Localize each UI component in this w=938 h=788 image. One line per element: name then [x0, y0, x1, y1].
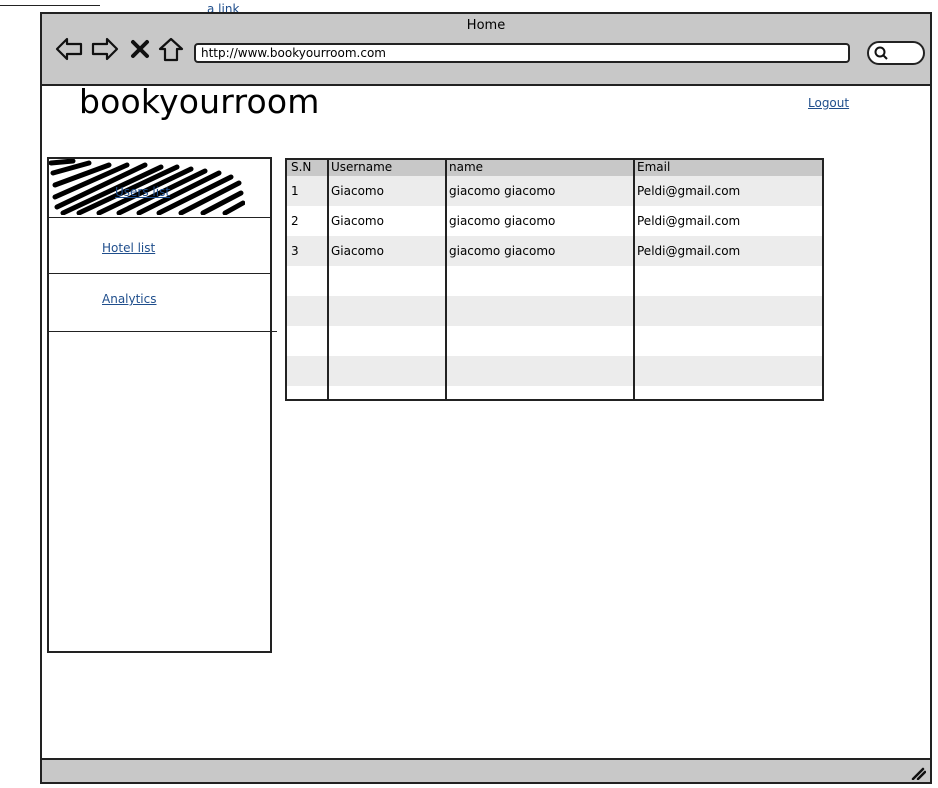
sidebar-item-users-list[interactable]: Users list: [115, 185, 170, 199]
sidebar-divider: [49, 273, 270, 274]
table-cell: 2: [291, 214, 299, 228]
home-icon[interactable]: [156, 36, 186, 62]
sidebar-divider: [49, 217, 270, 218]
table-row-empty: [287, 326, 822, 356]
table-cell: Giacomo: [331, 244, 384, 258]
table-cell: giacomo giacomo: [449, 184, 556, 198]
column-divider: [633, 160, 635, 399]
table-row-empty: [287, 296, 822, 326]
table-cell: giacomo giacomo: [449, 244, 556, 258]
stray-line: [0, 5, 100, 6]
table-cell: Giacomo: [331, 184, 384, 198]
users-table: S.N Username name Email 1 Giacomo giacom…: [285, 158, 824, 401]
resize-grip-icon[interactable]: [910, 764, 926, 780]
table-cell: Peldi@gmail.com: [637, 214, 741, 228]
column-header-name: name: [449, 160, 484, 174]
column-divider: [327, 160, 329, 399]
url-input[interactable]: http://www.bookyourroom.com: [194, 43, 850, 63]
column-header-email: Email: [637, 160, 671, 174]
table-cell: 3: [291, 244, 299, 258]
browser-toolbar: Home http://www.bookyourroom.com: [42, 14, 930, 86]
table-cell: Peldi@gmail.com: [637, 244, 741, 258]
column-divider: [445, 160, 447, 399]
sidebar-item-analytics[interactable]: Analytics: [102, 292, 157, 306]
table-row-empty: [287, 356, 822, 386]
status-bar: [42, 758, 930, 782]
search-icon: [874, 46, 888, 60]
logout-link[interactable]: Logout: [808, 96, 849, 110]
table-row[interactable]: 2 Giacomo giacomo giacomo Peldi@gmail.co…: [287, 206, 822, 236]
table-cell: Peldi@gmail.com: [637, 184, 741, 198]
browser-window: Home http://www.bookyourroom.com bookyou…: [40, 12, 932, 784]
search-button[interactable]: [867, 41, 925, 65]
column-header-username: Username: [331, 160, 393, 174]
sidebar: Users list Hotel list Analytics: [47, 157, 277, 653]
table-row[interactable]: 3 Giacomo giacomo giacomo Peldi@gmail.co…: [287, 236, 822, 266]
site-logo: bookyourroom: [79, 82, 320, 121]
table-row-empty: [287, 266, 822, 296]
table-cell: giacomo giacomo: [449, 214, 556, 228]
table-header: S.N Username name Email: [287, 160, 822, 177]
close-icon[interactable]: [128, 36, 152, 62]
window-title: Home: [466, 18, 506, 33]
table-row[interactable]: 1 Giacomo giacomo giacomo Peldi@gmail.co…: [287, 176, 822, 206]
back-arrow-icon[interactable]: [54, 36, 84, 62]
column-header-sn: S.N: [291, 160, 312, 174]
table-cell: 1: [291, 184, 299, 198]
sidebar-item-hotel-list[interactable]: Hotel list: [102, 241, 155, 255]
forward-arrow-icon[interactable]: [90, 36, 120, 62]
table-cell: Giacomo: [331, 214, 384, 228]
sidebar-divider: [49, 331, 277, 332]
